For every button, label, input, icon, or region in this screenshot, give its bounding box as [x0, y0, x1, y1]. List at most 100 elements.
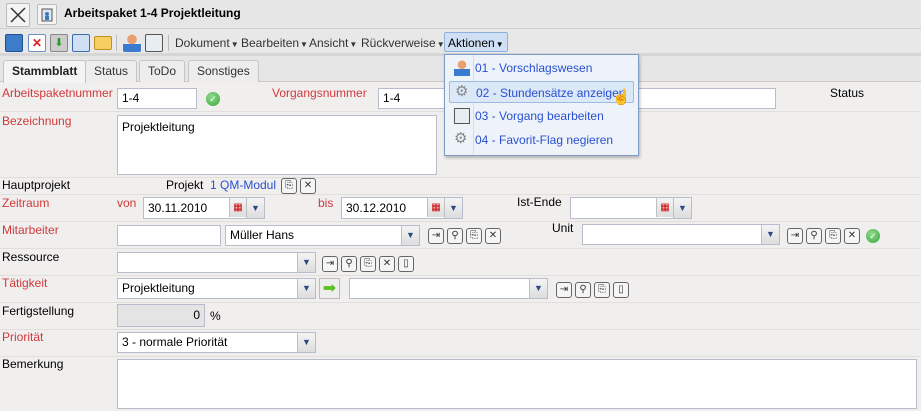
copy-icon[interactable]: ⎘ [594, 282, 610, 298]
gear-icon: ⚙ [454, 130, 468, 147]
arrow-right-icon[interactable]: ➡ [319, 278, 340, 299]
chevron-down-icon: ▼ [761, 225, 779, 244]
fertigstellung-label: Fertigstellung [2, 304, 75, 318]
tab-sonstiges[interactable]: Sonstiges [188, 60, 259, 82]
search-icon[interactable]: ⚲ [806, 228, 822, 244]
open-icon[interactable]: ⇥ [428, 228, 444, 244]
open-icon[interactable]: ⇥ [787, 228, 803, 244]
chevron-down-icon: ▼ [529, 279, 547, 298]
von-date-value: 30.11.2010 [148, 201, 208, 215]
gear-icon: ⚙ [455, 83, 469, 100]
check-icon: ✓ [206, 92, 220, 106]
arbeitspaketnummer-input[interactable]: 1-4 [117, 88, 197, 109]
ist-ende-input[interactable]: ▦ [570, 197, 674, 219]
menu-label: Aktionen [448, 36, 495, 50]
menu-item-favorit-flag[interactable]: ⚙ 04 - Favorit-Flag negieren [449, 129, 634, 151]
folder-icon[interactable] [94, 36, 112, 50]
zeitraum-label: Zeitraum [2, 196, 50, 210]
status-label: Status [830, 86, 865, 100]
mitarbeiter-code-input[interactable] [117, 225, 221, 246]
save-icon[interactable] [5, 34, 23, 52]
ist-ende-dropdown[interactable]: ▼ [673, 197, 692, 219]
clear-icon[interactable]: ✕ [300, 178, 316, 194]
calendar-icon[interactable]: ▦ [656, 198, 673, 217]
calendar-icon[interactable]: ▦ [427, 198, 444, 217]
unit-select[interactable]: ▼ [582, 224, 780, 245]
close-icon[interactable] [6, 3, 30, 27]
clipboard-icon [37, 4, 57, 25]
clear-icon[interactable]: ✕ [485, 228, 501, 244]
taetigkeit-second-select[interactable]: ▼ [349, 278, 548, 299]
menu-dokument[interactable]: Dokument▼ [173, 33, 241, 53]
divider [0, 177, 921, 178]
copy-icon[interactable] [72, 34, 90, 52]
user-icon[interactable] [123, 34, 141, 52]
tab-stammblatt[interactable]: Stammblatt [3, 60, 87, 83]
taetigkeit-select[interactable]: Projektleitung ▼ [117, 278, 316, 299]
bemerkung-label: Bemerkung [2, 357, 64, 371]
hauptprojekt-link[interactable]: 1 QM-Modul [210, 178, 276, 192]
mitarbeiter-label: Mitarbeiter [2, 223, 59, 237]
menu-item-vorschlagswesen[interactable]: 01 - Vorschlagswesen [449, 57, 634, 79]
menu-label: Rückverweise [361, 36, 436, 50]
copy-icon[interactable]: ⎘ [825, 228, 841, 244]
copy-icon[interactable]: ⎘ [360, 256, 376, 272]
copy-icon[interactable]: ⎘ [466, 228, 482, 244]
menu-item-stundensaetze[interactable]: ⚙ 02 - Stundensätze anzeigen [449, 81, 634, 103]
open-icon[interactable]: ⇥ [556, 282, 572, 298]
chevron-down-icon: ▼ [297, 333, 315, 352]
bezeichnung-label: Bezeichnung [2, 114, 72, 128]
search-icon[interactable]: ⚲ [447, 228, 463, 244]
bis-date-input[interactable]: 30.12.2010 ▦ [341, 197, 445, 219]
delete-icon[interactable]: ✕ [28, 34, 46, 52]
ressource-select[interactable]: ▼ [117, 252, 316, 273]
clear-icon[interactable]: ✕ [844, 228, 860, 244]
mitarbeiter-select[interactable]: Müller Hans ▼ [225, 225, 420, 246]
bemerkung-textarea[interactable] [117, 359, 917, 409]
percent-unit: % [210, 309, 221, 323]
unit-label: Unit [552, 221, 574, 235]
menu-item-label: 01 - Vorschlagswesen [475, 61, 593, 75]
calendar-icon[interactable]: ▦ [229, 198, 246, 217]
check-icon: ✓ [866, 229, 880, 243]
tab-todo[interactable]: ToDo [139, 60, 186, 82]
menu-rueckverweise[interactable]: Rückverweise▼ [359, 33, 447, 53]
title-bar: Arbeitspaket 1-4 Projektleitung [0, 0, 921, 29]
new-document-icon[interactable]: ▯ [613, 282, 629, 298]
hand-cursor-icon: ☝ [612, 89, 631, 106]
menu-label: Dokument [175, 36, 230, 50]
menu-aktionen[interactable]: Aktionen▼ [444, 32, 508, 52]
search-icon[interactable]: ⚲ [341, 256, 357, 272]
arbeitspaketnummer-label: Arbeitspaketnummer [2, 86, 113, 100]
chevron-down-icon: ▼ [297, 279, 315, 298]
mitarbeiter-value: Müller Hans [230, 228, 295, 242]
bis-dropdown[interactable]: ▼ [444, 197, 463, 219]
von-date-input[interactable]: 30.11.2010 ▦ [143, 197, 247, 219]
chevron-down-icon: ▼ [401, 226, 419, 245]
search-icon[interactable]: ⚲ [575, 282, 591, 298]
tab-status[interactable]: Status [85, 60, 138, 82]
clear-icon[interactable]: ✕ [379, 256, 395, 272]
menu-label: Bearbeiten [241, 36, 300, 50]
vorgangsnummer-label: Vorgangsnummer [272, 86, 367, 100]
prioritaet-select[interactable]: 3 - normale Priorität ▼ [117, 332, 316, 353]
task-icon[interactable] [145, 34, 163, 52]
open-icon[interactable]: ⇥ [322, 256, 338, 272]
divider [0, 194, 921, 195]
chevron-down-icon: ▼ [444, 198, 462, 218]
menu-label: Ansicht [309, 36, 349, 50]
new-document-icon[interactable]: ▯ [398, 256, 414, 272]
chevron-down-icon: ▼ [673, 198, 691, 218]
von-dropdown[interactable]: ▼ [246, 197, 265, 219]
fertigstellung-input[interactable]: 0 [117, 304, 205, 327]
menu-ansicht[interactable]: Ansicht▼ [307, 33, 359, 53]
taetigkeit-label: Tätigkeit [2, 276, 48, 290]
menu-item-vorgang-bearbeiten[interactable]: 03 - Vorgang bearbeiten [449, 105, 634, 127]
menu-item-label: 03 - Vorgang bearbeiten [475, 109, 604, 123]
menu-bearbeiten[interactable]: Bearbeiten▼ [239, 33, 310, 53]
separator [116, 35, 117, 51]
copy-icon[interactable]: ⎘ [281, 178, 297, 194]
taetigkeit-value: Projektleitung [122, 281, 195, 295]
bezeichnung-textarea[interactable]: Projektleitung [117, 115, 437, 175]
import-icon[interactable]: ⬇ [50, 34, 68, 52]
